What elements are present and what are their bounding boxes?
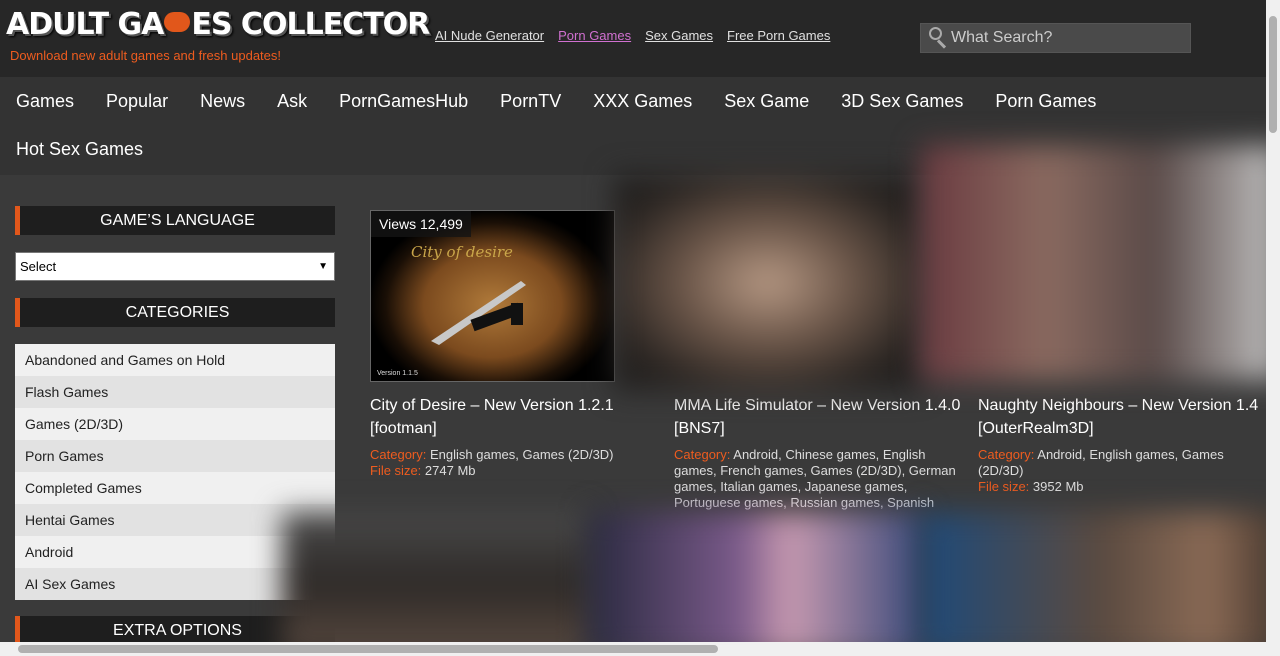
nav-item-ask[interactable]: Ask	[261, 77, 323, 125]
nav-item-games[interactable]: Games	[0, 77, 90, 125]
game-thumbnail[interactable]: Views 12,499 City of desire Version 1.1.…	[370, 210, 615, 382]
blurred-thumbnail[interactable]	[614, 175, 921, 390]
filesize-label: File size:	[978, 479, 1030, 494]
logo-text: ADULT GA ES COLLECTOR	[6, 6, 430, 42]
top-link-sex-games[interactable]: Sex Games	[645, 28, 713, 43]
blurred-thumbnail[interactable]	[282, 512, 589, 656]
filesize-value: 3952 Mb	[1032, 479, 1084, 494]
gamepad-icon	[164, 12, 191, 32]
category-label: Category:	[674, 447, 731, 462]
nav-item-xxx-games[interactable]: XXX Games	[577, 77, 708, 125]
category-item[interactable]: Completed Games	[15, 472, 335, 504]
filesize-label: File size:	[370, 463, 422, 478]
top-link-porn-games[interactable]: Porn Games	[558, 28, 631, 43]
top-links: AI Nude Generator Porn Games Sex Games F…	[435, 28, 830, 43]
category-item[interactable]: Porn Games	[15, 440, 335, 472]
nav-item-porngameshub[interactable]: PornGamesHub	[323, 77, 484, 125]
game-title[interactable]: City of Desire – New Version 1.2.1 [foot…	[370, 394, 660, 440]
thumb-version-text: Version 1.1.5	[377, 370, 418, 377]
chevron-down-icon: ▼	[318, 261, 328, 272]
game-filesize: File size: 2747 Mb	[370, 463, 660, 479]
top-link-ai-nude-generator[interactable]: AI Nude Generator	[435, 28, 544, 43]
blurred-thumbnail[interactable]	[589, 512, 922, 656]
categories-heading: CATEGORIES	[15, 298, 335, 327]
tagline: Download new adult games and fresh updat…	[10, 48, 282, 63]
knife-gun-image	[431, 281, 526, 345]
nav-item-sex-game[interactable]: Sex Game	[708, 77, 825, 125]
search-box	[920, 23, 1191, 53]
game-categories: Category: English games, Games (2D/3D)	[370, 447, 660, 463]
category-item[interactable]: Abandoned and Games on Hold	[15, 344, 335, 376]
game-title[interactable]: Naughty Neighbours – New Version 1.4 [Ou…	[978, 394, 1268, 440]
horizontal-scrollbar[interactable]	[0, 642, 1266, 656]
category-links[interactable]: English games, Games (2D/3D)	[430, 447, 614, 462]
search-icon[interactable]	[921, 23, 951, 53]
language-heading: GAME’S LANGUAGE	[15, 206, 335, 235]
header-bar: ADULT GA ES COLLECTOR Download new adult …	[0, 0, 1266, 77]
search-input[interactable]	[951, 29, 1187, 47]
vertical-scrollbar[interactable]	[1266, 0, 1280, 656]
blurred-thumbnail[interactable]	[921, 145, 1280, 380]
language-select[interactable]: Select ▼	[15, 252, 335, 281]
game-categories: Category: Android, Chinese games, Englis…	[674, 447, 964, 511]
game-filesize: File size: 3952 Mb	[978, 479, 1268, 495]
top-link-free-porn-games[interactable]: Free Porn Games	[727, 28, 830, 43]
language-select-value: Select	[20, 259, 57, 274]
game-title[interactable]: MMA Life Simulator – New Version 1.4.0 […	[674, 394, 964, 440]
nav-item-news[interactable]: News	[184, 77, 261, 125]
game-categories: Category: Android, English games, Games …	[978, 447, 1268, 479]
nav-item-3d-sex-games[interactable]: 3D Sex Games	[825, 77, 979, 125]
nav-item-hot-sex-games[interactable]: Hot Sex Games	[0, 125, 159, 173]
category-label: Category:	[370, 447, 427, 462]
nav-item-popular[interactable]: Popular	[90, 77, 184, 125]
category-item[interactable]: Flash Games	[15, 376, 335, 408]
site-logo[interactable]: ADULT GA ES COLLECTOR	[6, 4, 430, 44]
category-item[interactable]: Games (2D/3D)	[15, 408, 335, 440]
nav-item-porntv[interactable]: PornTV	[484, 77, 577, 125]
blurred-thumbnail[interactable]	[922, 512, 1280, 656]
nav-item-porn-games[interactable]: Porn Games	[979, 77, 1112, 125]
filesize-value: 2747 Mb	[424, 463, 476, 478]
category-label: Category:	[978, 447, 1035, 462]
